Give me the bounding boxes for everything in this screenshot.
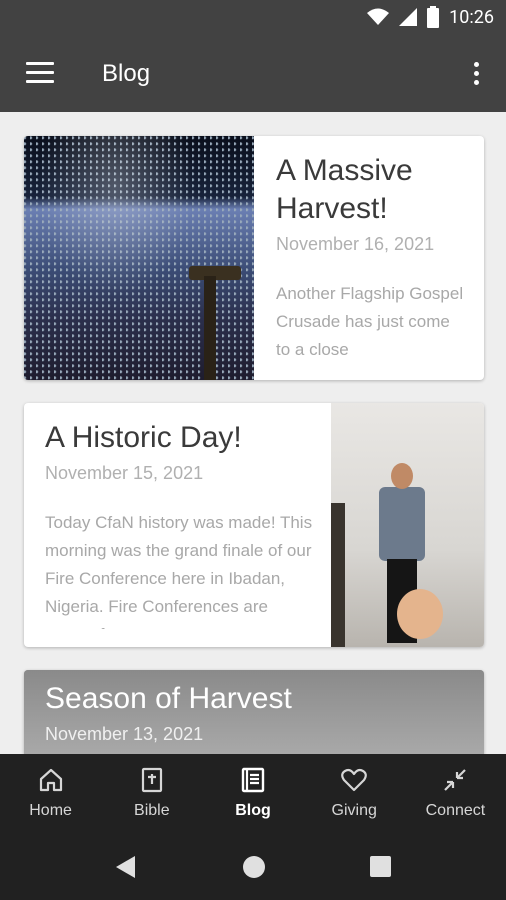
blog-book-icon — [241, 767, 265, 793]
system-navigation-bar — [0, 838, 506, 900]
post-excerpt: Another Flagship Gospel Crusade has just… — [276, 284, 464, 359]
nav-bible[interactable]: Bible — [101, 754, 202, 838]
nav-home[interactable]: Home — [0, 754, 101, 838]
nav-bible-label: Bible — [134, 802, 170, 819]
post-title: A Historic Day! — [45, 421, 242, 454]
nav-connect[interactable]: Connect — [405, 754, 506, 838]
nav-connect-label: Connect — [425, 802, 486, 819]
post-title: Season of Harvest — [45, 682, 292, 715]
blog-post-card[interactable]: Season of Harvest November 13, 2021 — [24, 670, 484, 754]
post-title: A Massive Harvest! — [276, 154, 413, 225]
nav-giving-label: Giving — [331, 802, 377, 819]
post-excerpt: Today CfaN history was made! This mornin… — [45, 513, 313, 629]
hamburger-menu-icon[interactable] — [26, 62, 54, 86]
signal-icon — [399, 8, 418, 26]
post-date: November 13, 2021 — [45, 724, 204, 744]
back-icon[interactable] — [116, 856, 135, 878]
post-image-crowd — [24, 136, 254, 380]
post-image-preacher — [331, 403, 484, 647]
status-icons: 10:26 — [367, 6, 494, 28]
connect-arrows-icon — [444, 769, 467, 791]
heart-icon — [341, 768, 368, 792]
status-time: 10:26 — [449, 6, 494, 28]
blog-post-card[interactable]: A Historic Day! November 15, 2021 Today … — [24, 403, 484, 647]
status-bar: 10:26 — [0, 0, 506, 38]
post-date: November 15, 2021 — [45, 463, 204, 483]
more-vert-icon[interactable] — [472, 62, 480, 88]
wifi-icon — [367, 8, 390, 25]
blog-feed[interactable]: A Massive Harvest! November 16, 2021 Ano… — [0, 112, 506, 754]
recent-apps-icon[interactable] — [370, 856, 391, 877]
nav-blog-label: Blog — [235, 802, 271, 819]
home-icon — [39, 768, 62, 792]
app-bar: Blog — [0, 38, 506, 112]
bottom-navigation: Home Bible Blog Giving Connect — [0, 754, 506, 838]
app-title: Blog — [102, 60, 151, 87]
post-date: November 16, 2021 — [276, 234, 435, 254]
battery-icon — [427, 6, 440, 28]
nav-blog[interactable]: Blog — [202, 754, 303, 838]
nav-giving[interactable]: Giving — [304, 754, 405, 838]
blog-post-card[interactable]: A Massive Harvest! November 16, 2021 Ano… — [24, 136, 484, 380]
nav-home-label: Home — [29, 802, 72, 819]
bible-icon — [141, 767, 162, 793]
home-circle-icon[interactable] — [243, 856, 265, 878]
